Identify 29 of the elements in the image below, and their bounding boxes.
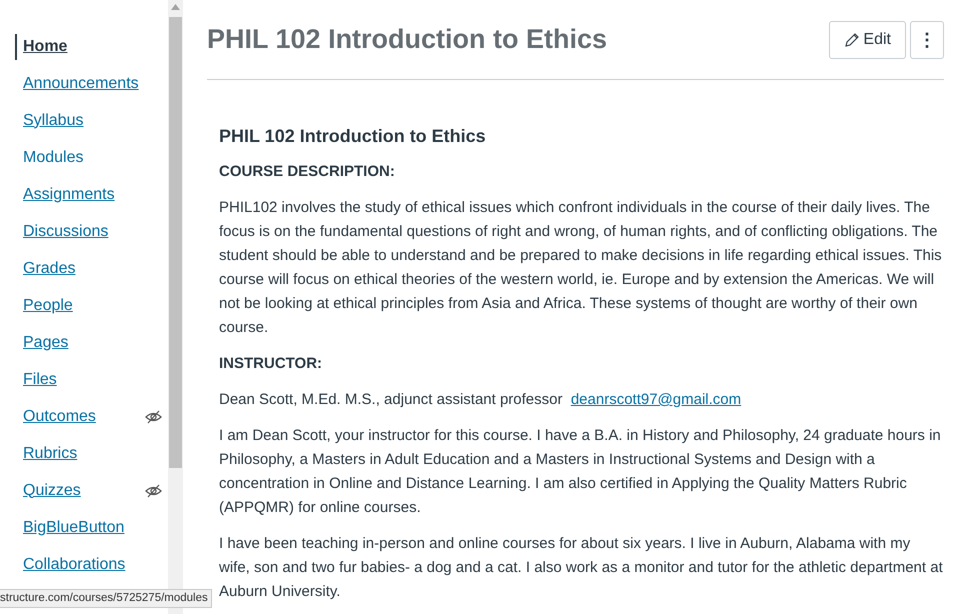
edit-button[interactable]: Edit xyxy=(829,20,906,58)
instructor-name: Dean Scott, M.Ed. M.S., adjunct assistant professor xyxy=(219,391,564,408)
nav-link[interactable]: Syllabus xyxy=(15,108,84,134)
nav-link[interactable]: Quizzes xyxy=(15,478,81,504)
nav-link[interactable]: Discussions xyxy=(15,218,108,244)
nav-link[interactable]: Files xyxy=(15,366,57,392)
nav-link[interactable]: BigBlueButton xyxy=(15,514,124,540)
scroll-up-arrow-icon[interactable] xyxy=(171,4,180,10)
nav-link[interactable]: Outcomes xyxy=(15,404,96,430)
email-link[interactable]: deanrscott97@gmail.com xyxy=(570,391,742,408)
section-label: COURSE DESCRIPTION: xyxy=(219,162,396,182)
nav-link[interactable]: Collaborations xyxy=(15,552,126,578)
pencil-icon xyxy=(844,32,860,48)
status-url: structure.com/courses/5725275/modules xyxy=(0,589,212,608)
nav-link[interactable]: Announcements xyxy=(15,70,139,96)
content-heading: PHIL 102 Introduction to Ethics xyxy=(219,125,487,148)
paragraph: PHIL102 involves the study of ethical issues which confront individuals in the course of their daily lives. The focus is on the fundamental questions of right and wrong, of human rights, and of conflicting obligations. The student should be able to understand and be prepared to make decisions in life regarding ethical issues. This course will focus on ethical theories of the western world, ie. Europe and by extension the Americas. We will not be looking at ethical principles from Asia and Africa. These systems of thought are worthy of their own course. xyxy=(219,198,943,338)
nav-link[interactable]: Home xyxy=(15,34,68,60)
paragraph: I am Dean Scott, your instructor for this course. I have a B.A. in History and Philosophy, 24 graduate hours in Philosophy, a Masters in Adult Education and a Masters in Instructional Systems and Design with a concentration in Online and Distance Learning. I am also certified in Applying the Quality Matters Rubric (APPQMR) for online courses. xyxy=(219,426,942,518)
nav-link[interactable]: Modules xyxy=(15,144,84,170)
paragraph: I have been teaching in-person and online courses for about six years. I live in Auburn, Alabama with my wife, son and two fur babies- a dog and a cat. I also work as a monitor and tutor for the athletic department at Auburn University. xyxy=(219,534,944,602)
nav-link[interactable]: Pages xyxy=(15,330,68,356)
nav-link[interactable]: Grades xyxy=(15,256,76,282)
section-label: INSTRUCTOR: xyxy=(219,354,324,374)
nav-link[interactable]: Assignments xyxy=(15,182,115,208)
more-options-button[interactable]: ⋮ xyxy=(910,20,944,58)
page-title: PHIL 102 Introduction to Ethics xyxy=(207,24,608,55)
nav-link[interactable]: People xyxy=(15,292,73,318)
nav-link[interactable]: Rubrics xyxy=(15,440,78,466)
